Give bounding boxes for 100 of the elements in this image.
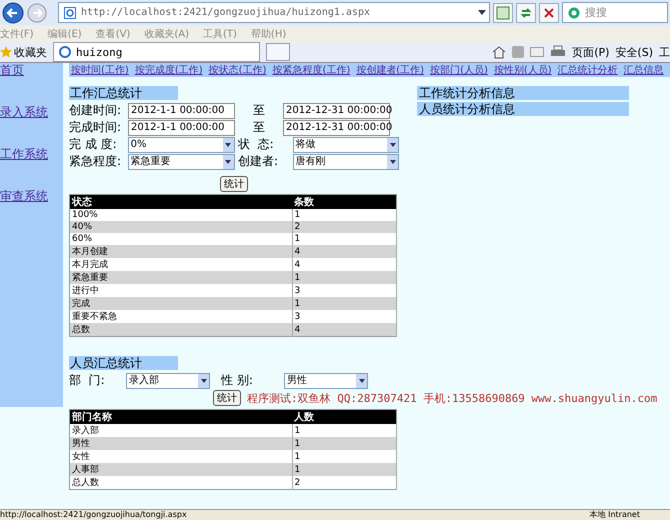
menu-item[interactable]: 编辑(E) [48, 26, 82, 40]
nav-link[interactable]: 按完成度(工作) [134, 65, 203, 77]
dropdown[interactable]: 唐有刚 [292, 154, 399, 170]
table-cell: 女性 [70, 450, 292, 463]
dropdown[interactable]: 紧急重要 [128, 154, 235, 170]
browser-tab[interactable]: huizong [53, 42, 260, 62]
table-cell: 1 [292, 233, 396, 245]
table-cell: 3 [292, 310, 396, 323]
section-title: 人员统计分析信息 [417, 102, 629, 116]
column-header: 状态 [70, 194, 292, 209]
nav-link[interactable]: 汇总统计分析 [558, 65, 618, 77]
credit-text: 程序测试:双鱼林 QQ:287307421 手机:13558690869 www.shuangyulin.com [247, 390, 658, 406]
table-cell: 100% [70, 209, 292, 221]
table-cell: 2 [292, 476, 396, 490]
search-engine-icon [568, 6, 580, 18]
refresh-icon[interactable] [516, 2, 536, 22]
nav-link[interactable]: 按状态(工作) [208, 65, 266, 77]
nav-link[interactable]: 按性别(人员) [494, 65, 552, 77]
close-icon[interactable] [539, 2, 559, 22]
table-cell: 2 [292, 221, 396, 233]
toolbar-menu[interactable]: 工 [659, 44, 670, 60]
address-field[interactable]: http://localhost:2421/gongzuojihua/huizong1.aspx [58, 2, 490, 23]
caret-icon [387, 138, 398, 152]
section-title: 人员汇总统计 [69, 356, 178, 370]
favorites-button[interactable]: 收藏夹 [14, 44, 47, 60]
table-cell: 4 [292, 258, 396, 271]
table-cell: 1 [292, 209, 396, 221]
back-icon[interactable] [2, 2, 24, 24]
date-field[interactable]: 2012-1-1 00:00:00 [128, 102, 235, 118]
field-label: 状 态: [238, 136, 275, 153]
table-cell: 60% [70, 233, 292, 245]
table-cell: 紧急重要 [70, 271, 292, 284]
stats-button[interactable]: 统计 [220, 176, 248, 192]
sidebar-link[interactable]: 首页 [0, 63, 63, 77]
caret-icon [198, 374, 209, 388]
security-zone: 本地 Intranet [590, 510, 640, 520]
table-cell: 4 [292, 323, 396, 336]
field-label: 创建时间: [69, 102, 122, 119]
column-header: 人数 [292, 410, 396, 424]
range-separator: 至 [252, 119, 266, 136]
caret-icon [222, 138, 234, 152]
section-title: 工作统计分析信息 [417, 86, 629, 100]
field-label: 创建者: [238, 153, 280, 170]
sidebar-link[interactable]: 工作系统 [0, 147, 63, 161]
table-cell: 4 [292, 245, 396, 258]
star-icon [0, 46, 12, 58]
field-label: 完成时间: [69, 119, 122, 136]
page-icon [64, 6, 76, 18]
table-cell: 1 [292, 463, 396, 476]
table-cell: 总数 [70, 323, 292, 336]
caret-icon [387, 154, 398, 168]
date-field[interactable]: 2012-12-31 00:00:00 [283, 102, 390, 118]
sidebar-link[interactable]: 录入系统 [0, 105, 63, 119]
dropdown[interactable]: 0% [128, 136, 235, 152]
toolbar-menu[interactable]: 页面(P) [572, 44, 610, 60]
nav-link[interactable]: 按创建者(工作) [356, 65, 424, 77]
range-separator: 至 [252, 102, 266, 119]
date-field[interactable]: 2012-12-31 00:00:00 [283, 120, 390, 136]
field-label: 性 别: [221, 372, 254, 389]
printer-icon[interactable] [550, 45, 566, 59]
nav-link[interactable]: 按紧急程度(工作) [272, 65, 350, 77]
nav-link[interactable]: 按部门(人员) [430, 65, 488, 77]
status-url: http://localhost:2421/gongzuojihua/tongji.aspx [0, 510, 187, 520]
table-cell: 3 [292, 284, 396, 297]
table-cell: 录入部 [70, 424, 292, 437]
field-label: 完 成 度: [69, 136, 118, 153]
table-cell: 重要不紧急 [70, 310, 292, 323]
table-cell: 1 [292, 437, 396, 450]
table-cell: 总人数 [70, 476, 292, 490]
toolbar-menu[interactable]: 安全(S) [615, 44, 653, 60]
nav-link[interactable]: 汇总信息 [624, 65, 664, 77]
page-icon [59, 46, 71, 58]
column-header: 条数 [292, 194, 396, 209]
table-cell: 进行中 [70, 284, 292, 297]
dropdown[interactable]: 男性 [284, 372, 368, 388]
caret-icon [222, 154, 234, 168]
field-label: 紧急程度: [69, 153, 122, 170]
search-field[interactable]: 搜搜 [562, 2, 668, 23]
table-cell: 1 [292, 450, 396, 463]
date-field[interactable]: 2012-1-1 00:00:00 [128, 120, 235, 136]
dropdown[interactable]: 将做 [292, 136, 399, 152]
table-cell: 男性 [70, 437, 292, 450]
table-cell: 本月创建 [70, 245, 292, 258]
stats-button[interactable]: 统计 [213, 390, 241, 406]
new-tab-button[interactable] [266, 43, 290, 61]
table-cell: 1 [292, 271, 396, 284]
mail-icon[interactable] [530, 47, 544, 57]
dropdown[interactable]: 录入部 [126, 372, 210, 388]
table-cell: 1 [292, 297, 396, 310]
nav-link[interactable]: 按时间(工作) [71, 65, 129, 77]
table-cell: 人事部 [70, 463, 292, 476]
table-cell: 1 [292, 424, 396, 437]
table-cell: 本月完成 [70, 258, 292, 271]
caret-icon [356, 374, 367, 388]
section-title: 工作汇总统计 [69, 86, 178, 100]
sidebar-link[interactable]: 审查系统 [0, 189, 63, 203]
menu-item[interactable]: 收藏夹(A) [144, 26, 189, 40]
home-icon[interactable] [492, 45, 506, 59]
caret-icon [478, 10, 486, 15]
field-label: 部 门: [69, 372, 106, 389]
